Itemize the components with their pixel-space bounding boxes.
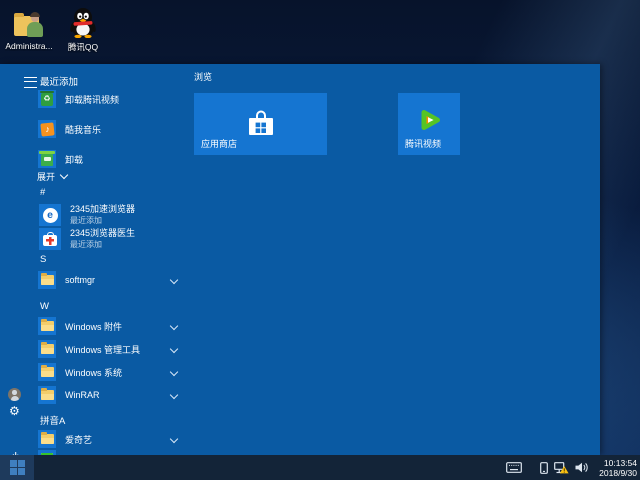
qq-penguin-icon xyxy=(68,6,98,38)
portable-device-icon[interactable] xyxy=(540,462,548,474)
app-list-item-kuwo-music[interactable]: 酷我音乐 xyxy=(38,120,188,138)
taskbar-clock[interactable]: 10:13:54 2018/9/30 xyxy=(595,458,637,478)
app-list-item-windows-accessories[interactable]: Windows 附件 xyxy=(38,317,188,335)
uninstall-bin-icon xyxy=(38,90,56,108)
app-list-item-windows-system[interactable]: Windows 系统 xyxy=(38,363,188,381)
app-list-item-windows-admin-tools[interactable]: Windows 管理工具 xyxy=(38,340,188,358)
section-header-pinyin-a[interactable]: 拼音A xyxy=(40,413,65,427)
tile-label: 应用商店 xyxy=(201,137,237,150)
app-list-item-2345-browser-doctor[interactable]: 2345浏览器医生 最近添加 xyxy=(39,228,189,250)
desktop-icon-label: Administra... xyxy=(5,41,52,51)
app-list-item-uninstall[interactable]: 卸载 xyxy=(38,150,188,168)
start-button[interactable] xyxy=(0,455,34,480)
volume-icon[interactable] xyxy=(575,462,589,473)
desktop-icon-label: 腾讯QQ xyxy=(68,41,98,53)
user-avatar-button[interactable] xyxy=(8,388,21,401)
section-header-w[interactable]: W xyxy=(40,301,49,312)
kuwo-music-icon xyxy=(38,120,56,138)
hamburger-menu-button[interactable] xyxy=(24,77,37,88)
folder-icon xyxy=(38,271,56,289)
folder-icon xyxy=(38,430,56,448)
store-bag-icon xyxy=(246,110,276,138)
desktop-icon-administrator[interactable]: Administra... xyxy=(2,6,56,51)
clock-time: 10:13:54 xyxy=(599,458,637,468)
start-menu: 最近添加 卸载腾讯视频 酷我音乐 卸载 展开 # 2345加速浏览器 最近添加 xyxy=(0,64,600,455)
administrator-folder-icon xyxy=(14,6,44,38)
tile-tencent-video[interactable]: 腾讯视频 xyxy=(398,93,460,155)
person-head-icon xyxy=(31,14,39,22)
recently-added-header: 最近添加 xyxy=(40,74,78,88)
uninstall-bin-lid-icon xyxy=(38,150,56,168)
taskbar: 10:13:54 2018/9/30 xyxy=(0,455,640,480)
folder-icon xyxy=(38,386,56,404)
tile-group-label[interactable]: 浏览 xyxy=(194,70,212,83)
folder-icon xyxy=(38,317,56,335)
app-list-item-winrar[interactable]: WinRAR xyxy=(38,386,188,404)
folder-icon xyxy=(38,363,56,381)
folder-icon xyxy=(38,340,56,358)
app-list-item-iqiyi[interactable]: 爱奇艺 xyxy=(38,430,188,448)
chevron-down-icon xyxy=(60,171,68,179)
network-warning-icon[interactable] xyxy=(554,462,569,474)
settings-gear-icon[interactable] xyxy=(9,402,20,420)
app-list-item-2345-browser[interactable]: 2345加速浏览器 最近添加 xyxy=(39,204,189,226)
user-folder-icon xyxy=(14,12,44,38)
desktop-icon-tencent-qq[interactable]: 腾讯QQ xyxy=(56,6,110,53)
tile-app-store[interactable]: 应用商店 xyxy=(194,93,327,155)
desktop: Administra... 腾讯QQ xyxy=(0,0,640,480)
tile-label: 腾讯视频 xyxy=(405,137,441,150)
clock-date: 2018/9/30 xyxy=(599,468,637,478)
first-aid-kit-icon xyxy=(39,228,61,250)
person-body-icon xyxy=(27,22,43,37)
tencent-video-play-icon xyxy=(416,107,442,133)
windows-logo-icon xyxy=(10,460,25,475)
system-tray: 10:13:54 2018/9/30 xyxy=(506,458,640,478)
app-list-item-uninstall-tencent-video[interactable]: 卸载腾讯视频 xyxy=(38,90,188,108)
2345-speed-browser-icon xyxy=(39,204,61,226)
app-list-item-softmgr[interactable]: softmgr xyxy=(38,271,188,289)
expand-button[interactable]: 展开 xyxy=(37,170,67,183)
section-header-hash[interactable]: # xyxy=(40,187,45,198)
keyboard-icon[interactable] xyxy=(506,462,522,473)
section-header-s[interactable]: S xyxy=(40,254,46,265)
